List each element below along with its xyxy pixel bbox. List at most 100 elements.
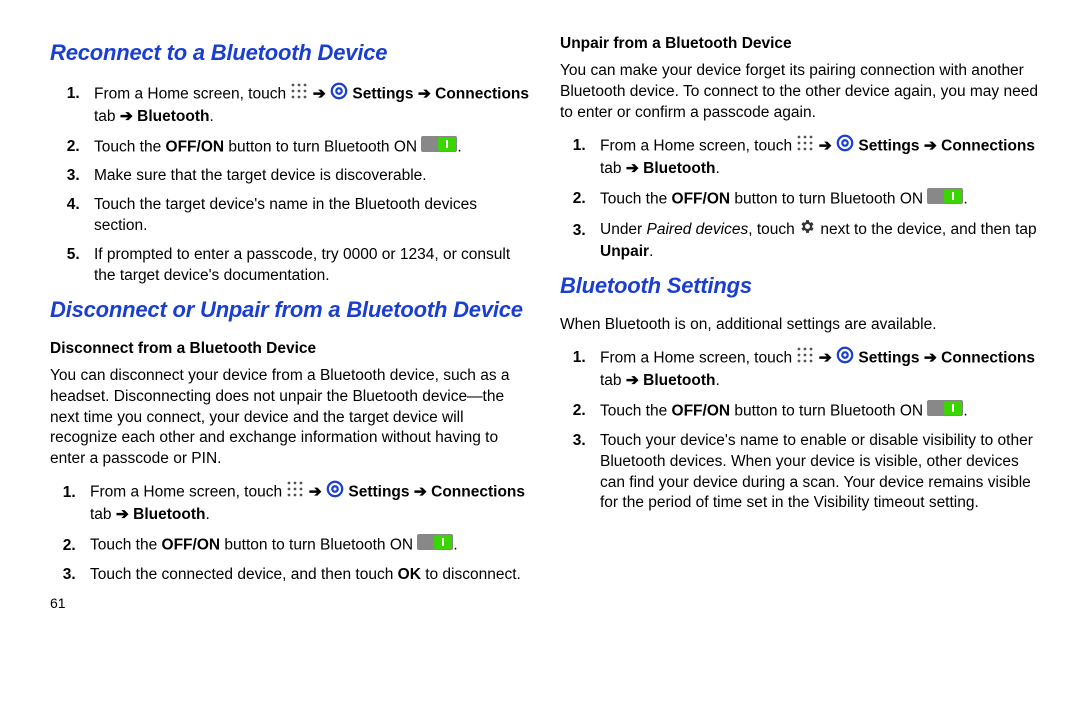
arrow-icon: ➔: [924, 137, 937, 154]
step-text: button to turn Bluetooth ON: [730, 402, 927, 419]
list-item: From a Home screen, touch ➔ Settings ➔ C…: [590, 134, 1040, 180]
arrow-icon: ➔: [313, 85, 326, 102]
offon-label: OFF/ON: [672, 402, 731, 419]
toggle-on-icon: [927, 400, 963, 423]
list-item: Touch the OFF/ON button to turn Bluetoot…: [84, 136, 530, 159]
connections-label: Connections: [435, 85, 529, 102]
settings-label: Settings: [858, 349, 919, 366]
bts-steps: From a Home screen, touch ➔ Settings ➔ C…: [560, 346, 1040, 514]
arrow-icon: ➔: [924, 349, 937, 366]
tab-word: tab: [94, 108, 120, 125]
list-item: From a Home screen, touch ➔ Settings ➔ C…: [84, 82, 530, 128]
arrow-icon: ➔: [414, 484, 427, 501]
period: .: [716, 372, 720, 389]
tab-word: tab: [90, 506, 116, 523]
ok-label: OK: [398, 566, 421, 583]
step-text: Touch the: [600, 402, 672, 419]
gear-icon: [799, 218, 816, 242]
list-item: Touch your device's name to enable or di…: [590, 431, 1040, 515]
list-item: Touch the OFF/ON button to turn Bluetoot…: [590, 188, 1040, 211]
step-text: From a Home screen, touch: [600, 137, 796, 154]
arrow-icon: ➔: [309, 484, 322, 501]
gear-outline-icon: [836, 134, 854, 159]
bluetooth-label: Bluetooth: [643, 372, 715, 389]
bluetooth-label: Bluetooth: [137, 108, 209, 125]
apps-grid-icon: [796, 134, 814, 159]
reconnect-steps: From a Home screen, touch ➔ Settings ➔ C…: [50, 82, 530, 287]
apps-grid-icon: [796, 346, 814, 371]
arrow-icon: ➔: [819, 137, 832, 154]
step-text: , touch: [748, 222, 799, 239]
apps-grid-icon: [290, 82, 308, 107]
unpair-intro: You can make your device forget its pair…: [560, 61, 1040, 124]
toggle-on-icon: [927, 188, 963, 211]
step-text: button to turn Bluetooth ON: [224, 138, 421, 155]
step-text: From a Home screen, touch: [94, 85, 290, 102]
step-text: Touch the: [94, 138, 166, 155]
tab-word: tab: [600, 372, 626, 389]
step-text: Touch the: [600, 190, 672, 207]
settings-label: Settings: [352, 85, 413, 102]
list-item: Touch the target device's name in the Bl…: [84, 195, 530, 237]
list-item: Touch the OFF/ON button to turn Bluetoot…: [590, 400, 1040, 423]
period: .: [206, 506, 210, 523]
offon-label: OFF/ON: [166, 138, 225, 155]
heading-reconnect: Reconnect to a Bluetooth Device: [50, 38, 530, 68]
step-text: From a Home screen, touch: [90, 484, 286, 501]
list-item: If prompted to enter a passcode, try 000…: [84, 245, 530, 287]
connections-label: Connections: [941, 137, 1035, 154]
period: .: [457, 138, 461, 155]
bluetooth-label: Bluetooth: [643, 160, 715, 177]
offon-label: OFF/ON: [162, 537, 221, 554]
right-column: Unpair from a Bluetooth Device You can m…: [560, 30, 1040, 700]
period: .: [210, 108, 214, 125]
subheading-disconnect: Disconnect from a Bluetooth Device: [50, 339, 530, 360]
list-item: Make sure that the target device is disc…: [84, 166, 530, 187]
arrow-icon: ➔: [116, 506, 129, 523]
disconnect-steps: From a Home screen, touch ➔ Settings ➔ C…: [50, 480, 530, 586]
list-item: Touch the connected device, and then tou…: [80, 565, 530, 586]
step-text: Touch the connected device, and then tou…: [90, 566, 398, 583]
bts-intro: When Bluetooth is on, additional setting…: [560, 315, 1040, 336]
unpair-steps: From a Home screen, touch ➔ Settings ➔ C…: [560, 134, 1040, 264]
gear-outline-icon: [330, 82, 348, 107]
page-number: 61: [50, 594, 530, 613]
period: .: [649, 243, 653, 260]
connections-label: Connections: [941, 349, 1035, 366]
gear-outline-icon: [836, 346, 854, 371]
step-text: Under: [600, 222, 647, 239]
period: .: [453, 537, 457, 554]
step-text: next to the device, and then tap: [820, 222, 1036, 239]
heading-disconnect-unpair: Disconnect or Unpair from a Bluetooth De…: [50, 295, 530, 325]
arrow-icon: ➔: [819, 349, 832, 366]
list-item: Touch the OFF/ON button to turn Bluetoot…: [80, 534, 530, 557]
arrow-icon: ➔: [626, 160, 639, 177]
connections-label: Connections: [431, 484, 525, 501]
tab-word: tab: [600, 160, 626, 177]
list-item: Under Paired devices, touch next to the …: [590, 218, 1040, 263]
step-text: button to turn Bluetooth ON: [220, 537, 417, 554]
period: .: [963, 402, 967, 419]
period: .: [963, 190, 967, 207]
step-text: From a Home screen, touch: [600, 349, 796, 366]
apps-grid-icon: [286, 480, 304, 505]
list-item: From a Home screen, touch ➔ Settings ➔ C…: [80, 480, 530, 526]
arrow-icon: ➔: [120, 108, 133, 125]
bluetooth-label: Bluetooth: [133, 506, 205, 523]
manual-page: Reconnect to a Bluetooth Device From a H…: [0, 0, 1080, 720]
disconnect-intro: You can disconnect your device from a Bl…: [50, 366, 530, 471]
offon-label: OFF/ON: [672, 190, 731, 207]
list-item: From a Home screen, touch ➔ Settings ➔ C…: [590, 346, 1040, 392]
subheading-unpair: Unpair from a Bluetooth Device: [560, 34, 1040, 55]
heading-bluetooth-settings: Bluetooth Settings: [560, 271, 1040, 301]
step-text: to disconnect.: [421, 566, 521, 583]
unpair-label: Unpair: [600, 243, 649, 260]
arrow-icon: ➔: [418, 85, 431, 102]
step-text: Touch the: [90, 537, 162, 554]
toggle-on-icon: [417, 534, 453, 557]
gear-outline-icon: [326, 480, 344, 505]
settings-label: Settings: [858, 137, 919, 154]
toggle-on-icon: [421, 136, 457, 159]
left-column: Reconnect to a Bluetooth Device From a H…: [50, 30, 530, 700]
settings-label: Settings: [348, 484, 409, 501]
